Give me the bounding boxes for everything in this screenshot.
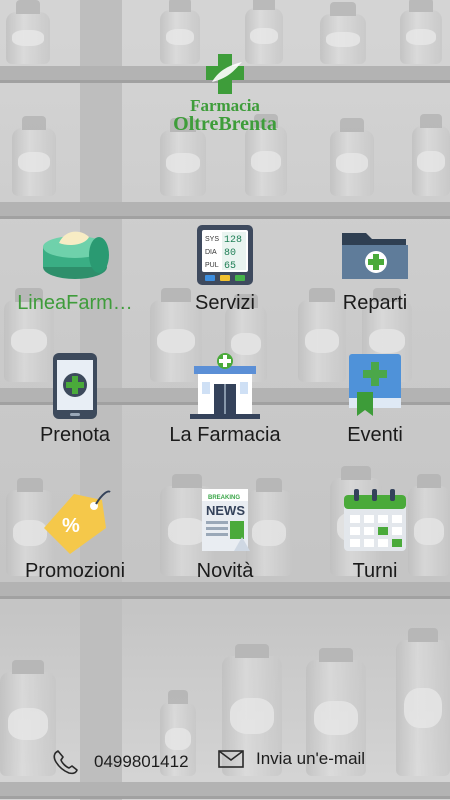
menu-item-prenota[interactable]: Prenota: [0, 350, 150, 447]
contact-footer: 0499801412 Invia un'e-mail: [0, 745, 450, 781]
menu-item-la-farmacia[interactable]: La Farmacia: [150, 350, 300, 447]
menu-item-label: Turni: [352, 560, 398, 582]
green-cross-leaf-icon: [206, 54, 244, 94]
svg-text:80: 80: [224, 248, 236, 259]
menu-item-promozioni[interactable]: % Promozioni: [0, 484, 150, 583]
folder-plus-icon: [342, 233, 408, 279]
menu-item-label: LineaFarm…: [17, 292, 133, 314]
email-label: Invia un'e-mail: [256, 749, 366, 768]
blood-pressure-monitor-icon: SYS DIA PUL 128 80 65: [197, 225, 253, 285]
phone-number: 0499801412: [94, 752, 189, 771]
calendar-icon: [344, 489, 406, 551]
bookmark-book-icon: [349, 354, 401, 416]
menu-item-label: Prenota: [39, 424, 111, 446]
phone-icon: [53, 750, 78, 775]
cream-jar-icon: [43, 231, 109, 279]
menu-item-servizi[interactable]: SYS DIA PUL 128 80 65 Servizi: [150, 220, 300, 315]
menu-item-label: Servizi: [194, 292, 255, 314]
menu-item-reparti[interactable]: Reparti: [300, 220, 450, 315]
price-tag-percent-icon: %: [44, 490, 111, 554]
menu-item-lineafarm[interactable]: LineaFarm…: [0, 220, 150, 315]
menu-item-label: Reparti: [342, 292, 408, 314]
svg-text:DIA: DIA: [205, 249, 217, 256]
svg-text:PUL: PUL: [205, 262, 219, 269]
menu-item-label: Novità: [196, 560, 254, 582]
menu-item-novita[interactable]: BREAKING NEWS Novità: [150, 484, 300, 583]
newspaper-icon: BREAKING NEWS: [202, 489, 250, 551]
envelope-icon: [218, 750, 244, 768]
menu-item-label: Eventi: [347, 424, 403, 446]
svg-text:65: 65: [224, 261, 236, 272]
menu-item-eventi[interactable]: Eventi: [300, 350, 450, 447]
menu-item-turni[interactable]: Turni: [300, 484, 450, 583]
send-email-button[interactable]: Invia un'e-mail: [218, 749, 365, 769]
svg-text:SYS: SYS: [205, 236, 219, 243]
menu-item-label: Promozioni: [24, 560, 126, 582]
svg-text:%: %: [62, 515, 80, 537]
svg-text:BREAKING: BREAKING: [208, 495, 240, 501]
smartphone-plus-icon: [53, 353, 97, 419]
menu-item-label: La Farmacia: [169, 424, 281, 446]
svg-text:NEWS: NEWS: [206, 503, 245, 518]
brand-name-line2: OltreBrenta: [173, 113, 277, 135]
pharmacy-building-icon: [190, 353, 260, 419]
svg-text:128: 128: [224, 235, 242, 246]
brand-logo: Farmacia OltreBrenta: [150, 52, 300, 134]
call-phone-button[interactable]: 0499801412: [52, 749, 189, 775]
brand-name-line1: Farmacia: [190, 96, 260, 115]
